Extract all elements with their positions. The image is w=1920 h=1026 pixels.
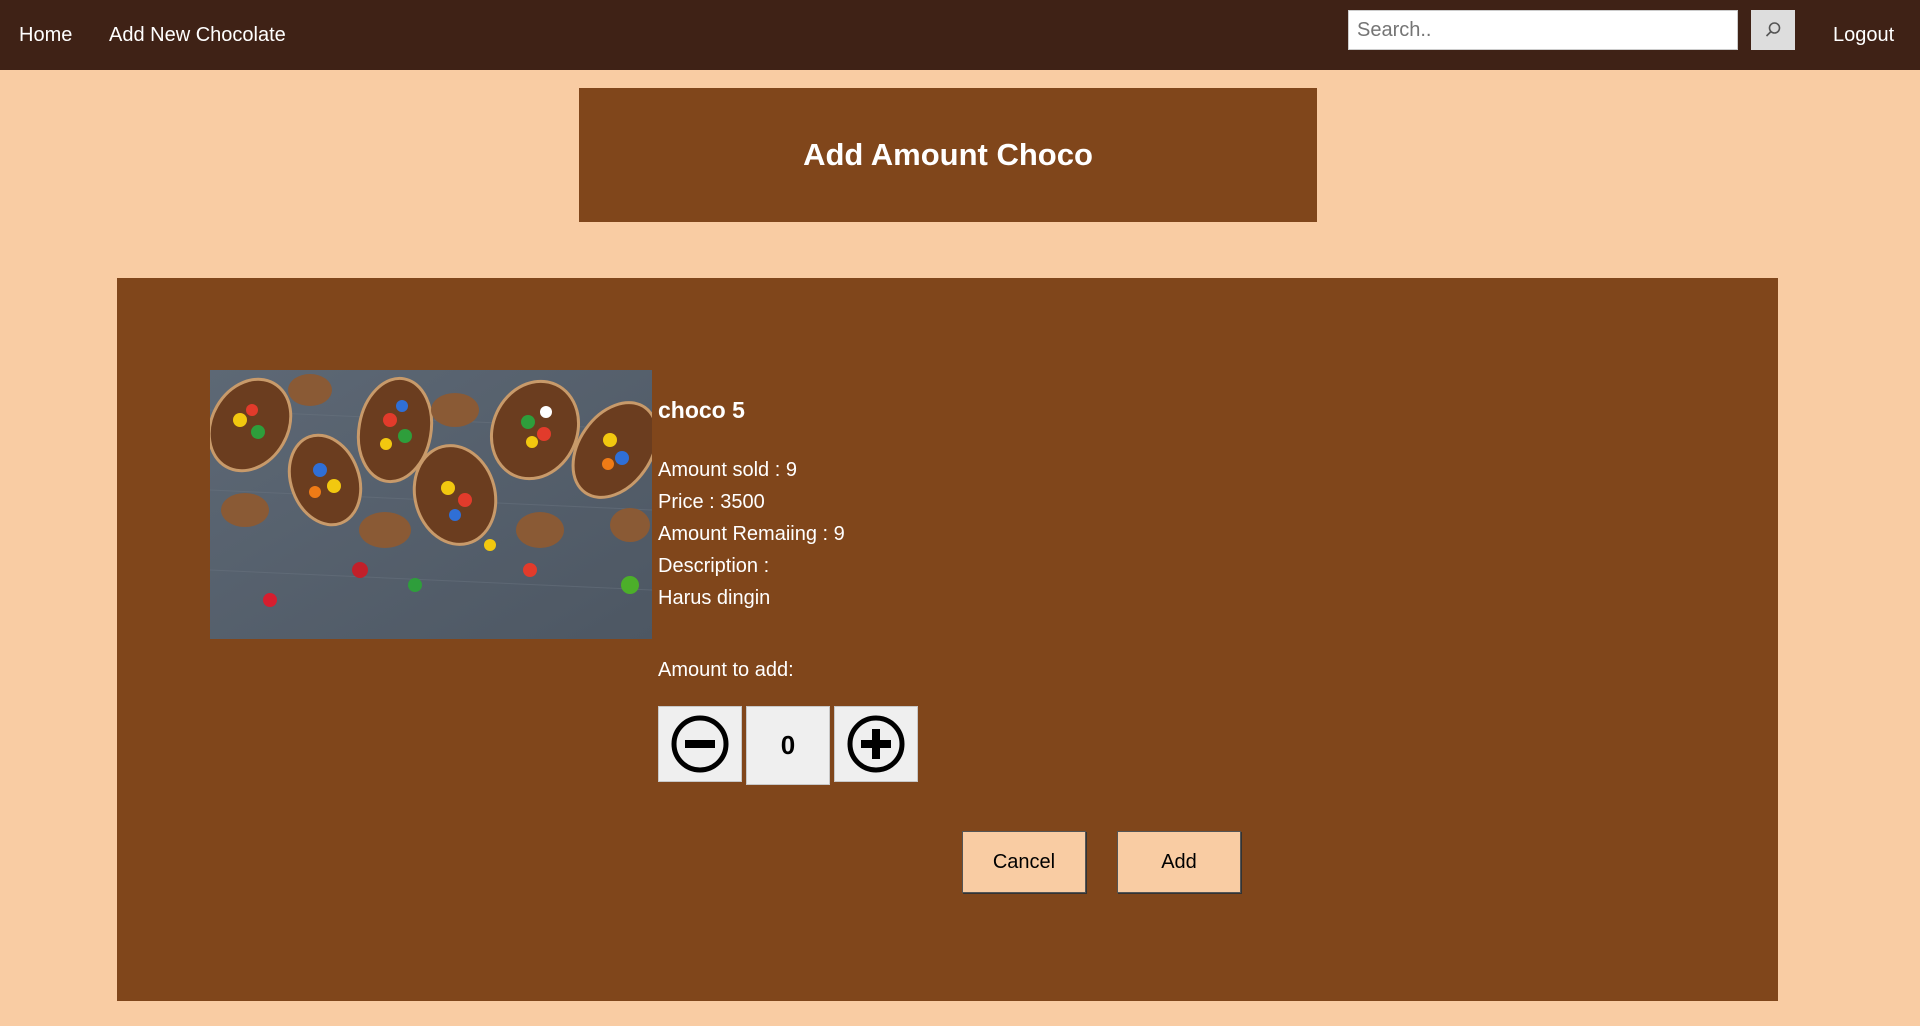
search-button[interactable]: [1751, 10, 1795, 50]
description-label: Description :: [658, 555, 770, 577]
price-text: Price : 3500: [658, 491, 765, 513]
decrement-button[interactable]: [658, 706, 742, 782]
product-panel: choco 5 Amount sold : 9 Price : 3500 Amo…: [117, 278, 1778, 1001]
search-input[interactable]: [1348, 10, 1738, 50]
nav-home-link[interactable]: Home: [19, 24, 72, 47]
increment-button[interactable]: [834, 706, 918, 782]
chocolate-eggs-image: [210, 370, 652, 639]
nav-logout-link[interactable]: Logout: [1833, 24, 1894, 47]
description-text: Harus dingin: [658, 587, 771, 609]
product-image: [210, 370, 652, 639]
amount-remaining-text: Amount Remaiing : 9: [658, 523, 845, 545]
cancel-button[interactable]: Cancel: [962, 831, 1086, 893]
navbar: Home Add New Chocolate Logout: [0, 0, 1920, 70]
amount-stepper-input[interactable]: [746, 706, 830, 785]
plus-circle-icon: [847, 715, 905, 773]
page-title: Add Amount Choco: [803, 137, 1093, 172]
amount-to-add-label: Amount to add:: [658, 659, 794, 681]
search-icon: [1765, 22, 1781, 37]
amount-sold-text: Amount sold : 9: [658, 459, 797, 481]
product-name: choco 5: [658, 397, 745, 423]
add-button[interactable]: Add: [1117, 831, 1241, 893]
minus-circle-icon: [671, 715, 729, 773]
nav-add-new-chocolate-link[interactable]: Add New Chocolate: [109, 24, 286, 47]
page-title-banner: Add Amount Choco: [579, 88, 1317, 222]
